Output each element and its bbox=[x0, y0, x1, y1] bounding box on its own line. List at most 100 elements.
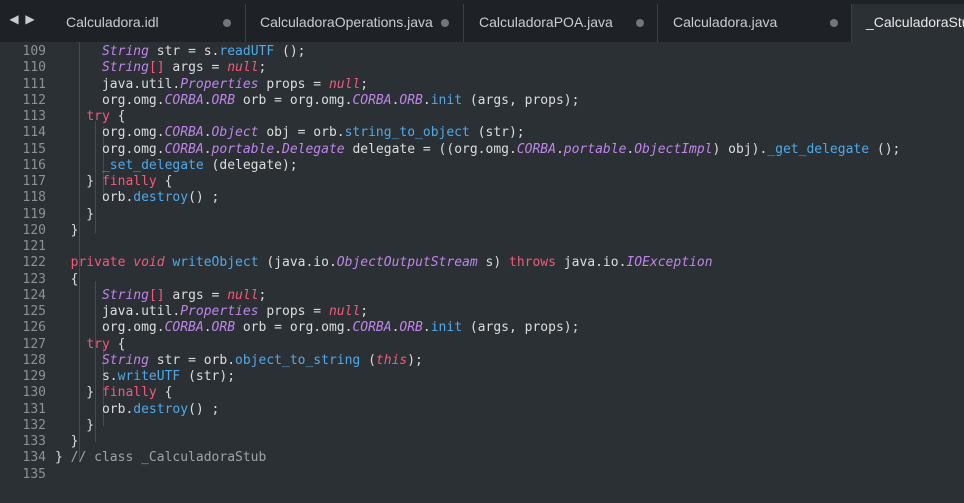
code-token: . bbox=[203, 125, 212, 141]
code-token: { bbox=[109, 109, 126, 124]
code-token: java.util. bbox=[55, 304, 181, 319]
code-token: this bbox=[375, 352, 408, 368]
code-token: org.omg. bbox=[55, 320, 165, 336]
code-token: object_to_string bbox=[235, 352, 361, 368]
line-number: 121 bbox=[22, 239, 46, 254]
code-token: (args, props); bbox=[462, 320, 580, 336]
code-text: org.omg.CORBA.Object obj = orb.string_to… bbox=[55, 125, 525, 141]
code-line[interactable]: 132 } bbox=[0, 418, 964, 434]
modified-dot-icon[interactable] bbox=[830, 19, 838, 27]
tab-label: Calculadora.java bbox=[673, 14, 778, 30]
code-token: ; bbox=[360, 76, 369, 92]
code-line[interactable]: 135 bbox=[0, 467, 964, 483]
code-token: ; bbox=[360, 304, 369, 319]
code-token: s) bbox=[477, 255, 509, 271]
code-line[interactable]: 112 org.omg.CORBA.ORB orb = org.omg.CORB… bbox=[0, 93, 964, 109]
code-text: } // class _CalculadoraStub bbox=[55, 450, 266, 466]
line-number: 135 bbox=[22, 466, 46, 482]
line-number: 120 bbox=[22, 222, 46, 238]
code-line[interactable]: 116 _set_delegate (delegate); bbox=[0, 158, 964, 174]
code-line[interactable]: 125 java.util.Properties props = null; bbox=[0, 304, 964, 320]
code-token: ; bbox=[258, 287, 267, 303]
tab-label: _CalculadoraStub.java bbox=[866, 14, 964, 30]
line-number: 133 bbox=[22, 434, 46, 449]
tab-calculadora-idl[interactable]: Calculadora.idl bbox=[46, 4, 246, 42]
forward-arrow-icon[interactable]: ▶ bbox=[24, 12, 36, 26]
code-line[interactable]: 134} // class _CalculadoraStub bbox=[0, 450, 964, 466]
code-token: . bbox=[422, 92, 431, 108]
line-number: 123 bbox=[22, 271, 46, 287]
code-text: } bbox=[55, 418, 94, 434]
code-token: args = bbox=[164, 60, 228, 76]
code-line[interactable]: 117 } finally { bbox=[0, 174, 964, 190]
code-token: . bbox=[203, 141, 212, 157]
code-token: java.io. bbox=[555, 255, 627, 271]
code-token: } bbox=[55, 385, 102, 401]
code-text: { bbox=[55, 272, 79, 288]
code-token: } bbox=[55, 450, 71, 466]
back-arrow-icon[interactable]: ◀ bbox=[8, 12, 20, 26]
modified-dot-icon[interactable] bbox=[441, 19, 449, 27]
code-token: orb = org.omg. bbox=[235, 320, 353, 336]
code-line[interactable]: 127 try { bbox=[0, 337, 964, 353]
modified-dot-icon[interactable] bbox=[223, 19, 231, 27]
code-text: org.omg.CORBA.ORB orb = org.omg.CORBA.OR… bbox=[55, 93, 579, 109]
code-token: destroy bbox=[133, 401, 189, 417]
line-number: 128 bbox=[22, 352, 46, 368]
code-line[interactable]: 110 String[] args = null; bbox=[0, 60, 964, 76]
code-token: Properties bbox=[180, 76, 259, 92]
code-text: try { bbox=[55, 109, 125, 125]
line-number: 115 bbox=[22, 141, 46, 157]
code-token: writeUTF bbox=[117, 369, 181, 384]
code-line[interactable]: 111 java.util.Properties props = null; bbox=[0, 77, 964, 93]
tab-calculadora-poa[interactable]: CalculadoraPOA.java bbox=[464, 4, 658, 42]
code-token: finally bbox=[101, 385, 157, 401]
code-token: } bbox=[55, 434, 79, 449]
code-token: CORBA bbox=[164, 125, 204, 141]
code-line[interactable]: 118 orb.destroy() ; bbox=[0, 190, 964, 206]
modified-dot-icon[interactable] bbox=[636, 19, 644, 27]
tab-calculadora-stub[interactable]: _CalculadoraStub.java bbox=[852, 4, 964, 42]
line-number: 122 bbox=[22, 255, 46, 271]
code-token: private bbox=[70, 255, 126, 271]
tab-label: CalculadoraOperations.java bbox=[260, 14, 433, 30]
code-line[interactable]: 131 orb.destroy() ; bbox=[0, 402, 964, 418]
code-line[interactable]: 133 } bbox=[0, 434, 964, 450]
code-editor[interactable]: 109 String str = s.readUTF (); 110 String… bbox=[0, 42, 964, 503]
code-token: . bbox=[203, 92, 212, 108]
code-token: readUTF bbox=[219, 44, 275, 59]
code-line[interactable]: 113 try { bbox=[0, 109, 964, 125]
code-text: java.util.Properties props = null; bbox=[55, 304, 368, 320]
code-line[interactable]: 122 private void writeObject (java.io.Ob… bbox=[0, 255, 964, 271]
code-line[interactable]: 123 { bbox=[0, 272, 964, 288]
code-line[interactable]: 126 org.omg.CORBA.ORB orb = org.omg.CORB… bbox=[0, 320, 964, 336]
code-text: orb.destroy() ; bbox=[55, 402, 219, 418]
code-token: } bbox=[55, 417, 95, 433]
code-line[interactable]: 114 org.omg.CORBA.Object obj = orb.strin… bbox=[0, 125, 964, 141]
code-token: props = bbox=[258, 76, 329, 92]
line-number: 114 bbox=[22, 125, 46, 141]
code-line[interactable]: 129 s.writeUTF (str); bbox=[0, 369, 964, 385]
line-number: 113 bbox=[22, 109, 46, 124]
code-line[interactable]: 130 } finally { bbox=[0, 385, 964, 401]
code-line[interactable]: 115 org.omg.CORBA.portable.Delegate dele… bbox=[0, 142, 964, 158]
code-token: ); bbox=[407, 352, 423, 368]
tab-calculadora-java[interactable]: Calculadora.java bbox=[658, 4, 852, 42]
tab-calculadora-operations[interactable]: CalculadoraOperations.java bbox=[246, 4, 464, 42]
code-line[interactable]: 121 bbox=[0, 239, 964, 255]
code-line[interactable]: 109 String str = s.readUTF (); bbox=[0, 44, 964, 60]
code-token: . bbox=[274, 141, 282, 157]
code-token: org.omg. bbox=[55, 141, 165, 157]
code-token: _set_delegate bbox=[101, 157, 204, 173]
code-line[interactable]: 120 } bbox=[0, 223, 964, 239]
code-token: } bbox=[55, 206, 95, 222]
code-line[interactable]: 124 String[] args = null; bbox=[0, 288, 964, 304]
code-token: try bbox=[86, 109, 110, 124]
code-line[interactable]: 119 } bbox=[0, 207, 964, 223]
code-token: ( bbox=[360, 352, 376, 368]
code-line[interactable]: 128 String str = orb.object_to_string (t… bbox=[0, 353, 964, 369]
code-token: delegate = ((org.omg. bbox=[344, 141, 517, 157]
code-token: throws bbox=[509, 255, 556, 271]
